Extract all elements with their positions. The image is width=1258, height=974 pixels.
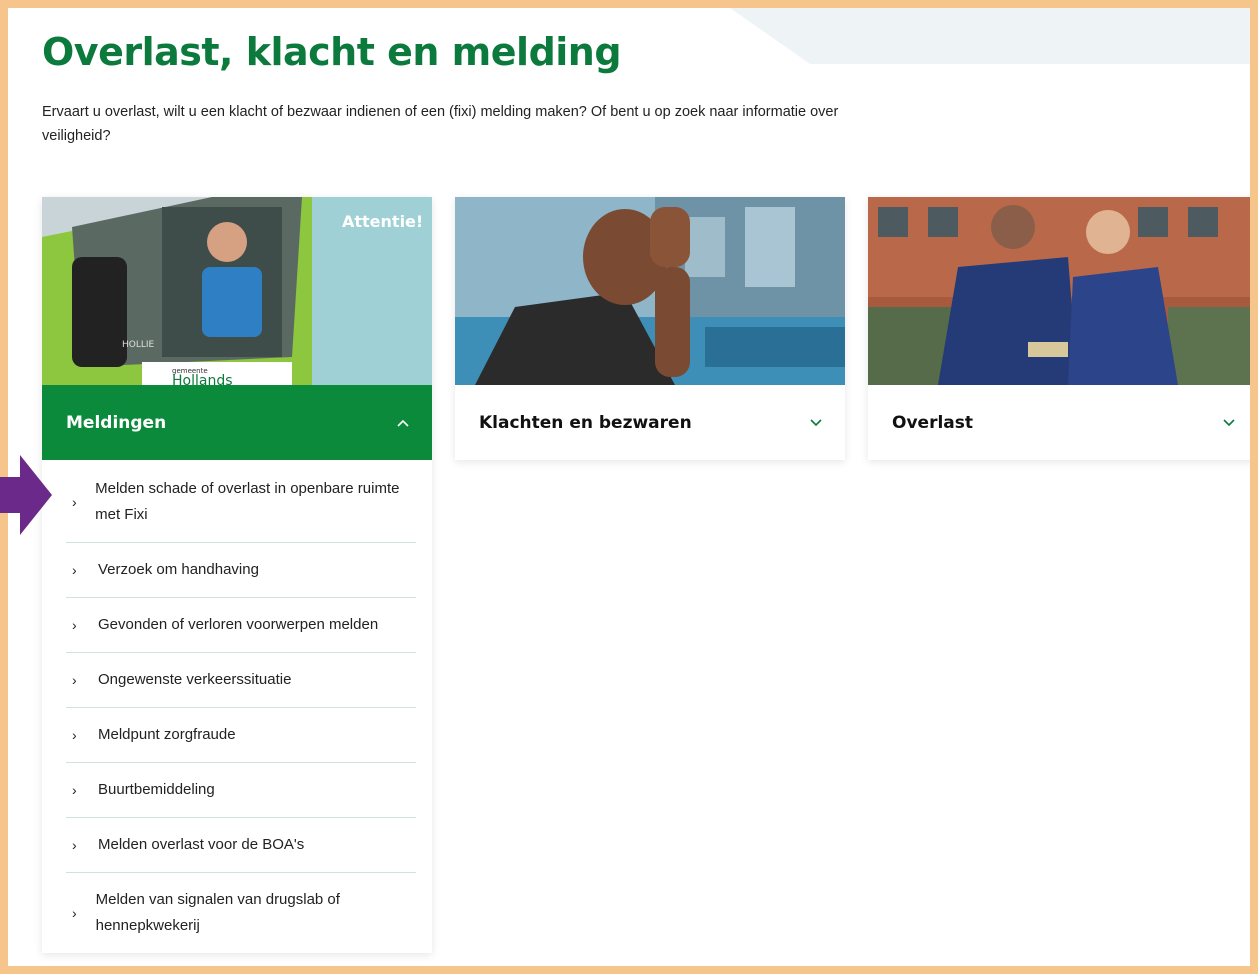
chevron-right-icon: ›	[72, 782, 77, 798]
chevron-up-icon	[396, 415, 410, 431]
list-item-drugslab[interactable]: › Melden van signalen van drugslab of he…	[66, 873, 416, 953]
list-item-label: Melden schade of overlast in openbare ru…	[95, 480, 400, 523]
chevron-right-icon: ›	[72, 905, 77, 921]
card-toggle-meldingen[interactable]: Meldingen	[42, 385, 432, 460]
card-label-overlast: Overlast	[892, 412, 973, 433]
card-image-van: Attentie! gemeente Hollands HOLLIE	[42, 197, 432, 385]
card-meldingen: Attentie! gemeente Hollands HOLLIE Meldi…	[42, 197, 432, 953]
chevron-right-icon: ›	[72, 837, 77, 853]
card-overlast: Overlast	[868, 197, 1250, 460]
list-item-label: Gevonden of verloren voorwerpen melden	[98, 616, 379, 633]
card-label-meldingen: Meldingen	[66, 412, 167, 433]
meldingen-list: › Melden schade of overlast in openbare …	[42, 460, 432, 953]
list-item-voorwerpen[interactable]: › Gevonden of verloren voorwerpen melden	[66, 598, 416, 653]
list-item-label: Ongewenste verkeerssituatie	[98, 671, 292, 688]
list-item-fixi[interactable]: › Melden schade of overlast in openbare …	[66, 460, 416, 543]
list-item-verkeerssituatie[interactable]: › Ongewenste verkeerssituatie	[66, 653, 416, 708]
card-image-boa	[868, 197, 1250, 385]
list-item-label: Verzoek om handhaving	[98, 561, 259, 578]
card-label-klachten: Klachten en bezwaren	[479, 412, 692, 433]
page-intro: Ervaart u overlast, wilt u een klacht of…	[42, 104, 839, 144]
page-title: Overlast, klacht en melding	[42, 30, 622, 74]
page-frame: Overlast, klacht en melding Ervaart u ov…	[8, 8, 1250, 966]
chevron-right-icon: ›	[72, 617, 77, 633]
van-text-hollie: HOLLIE	[122, 340, 155, 350]
van-text-hollands: Hollands	[172, 373, 233, 385]
list-item-handhaving[interactable]: › Verzoek om handhaving	[66, 543, 416, 598]
list-item-zorgfraude[interactable]: › Meldpunt zorgfraude	[66, 708, 416, 763]
chevron-down-icon	[809, 415, 823, 431]
list-item-label: Melden overlast voor de BOA's	[98, 836, 305, 853]
van-text-attentie: Attentie!	[342, 212, 423, 231]
list-item-label: Melden van signalen van drugslab of henn…	[95, 891, 340, 934]
card-klachten: Klachten en bezwaren	[455, 197, 845, 460]
list-item-label: Meldpunt zorgfraude	[98, 726, 236, 743]
chevron-right-icon: ›	[72, 727, 77, 743]
chevron-right-icon: ›	[72, 672, 77, 688]
chevron-right-icon: ›	[72, 562, 77, 578]
card-toggle-overlast[interactable]: Overlast	[868, 385, 1250, 460]
card-image-man	[455, 197, 845, 385]
decorative-corner	[730, 8, 1250, 64]
list-item-buurtbemiddeling[interactable]: › Buurtbemiddeling	[66, 763, 416, 818]
card-toggle-klachten[interactable]: Klachten en bezwaren	[455, 385, 845, 460]
chevron-right-icon: ›	[72, 494, 77, 510]
chevron-down-icon	[1222, 415, 1236, 431]
list-item-label: Buurtbemiddeling	[98, 781, 215, 798]
highlight-arrow-icon	[0, 455, 52, 535]
list-item-boa[interactable]: › Melden overlast voor de BOA's	[66, 818, 416, 873]
